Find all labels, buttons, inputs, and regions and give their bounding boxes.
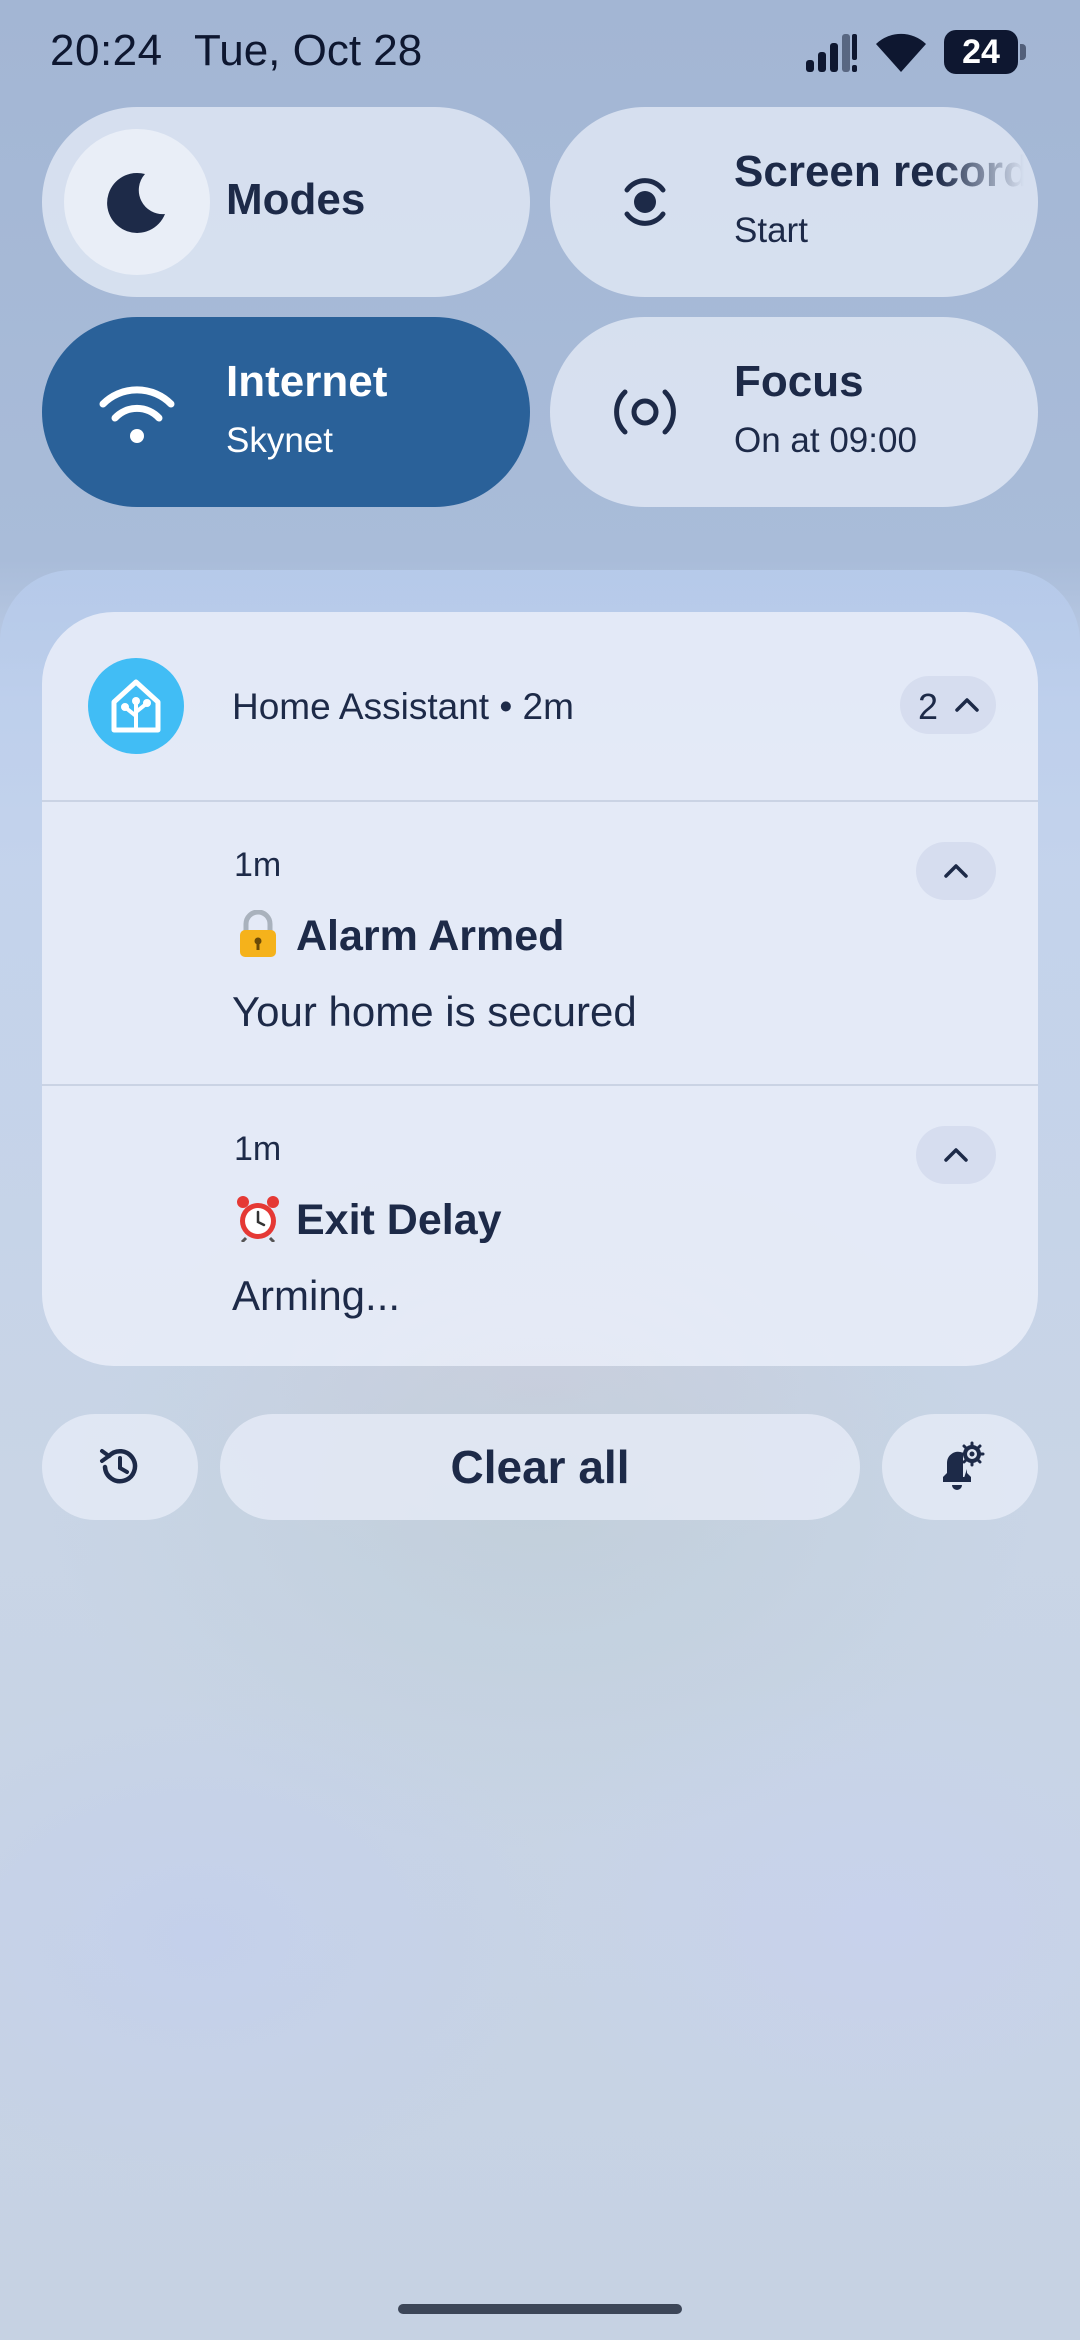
home-indicator[interactable]: [398, 2304, 682, 2314]
notification-settings-icon: [943, 1441, 985, 1490]
internet-label: Internet: [226, 357, 388, 406]
chevron-up-icon: [944, 1148, 968, 1162]
focus-sublabel: On at 09:00: [734, 421, 917, 460]
home-assistant-logo: [111, 679, 161, 733]
notification-history-button[interactable]: [42, 1414, 198, 1520]
notification-app-name: Home Assistant • 2m: [232, 686, 574, 727]
notification-settings-button[interactable]: [882, 1414, 1038, 1520]
status-date: Tue, Oct 28: [194, 26, 423, 75]
notification-item-exit-delay[interactable]: 1m Exit Delay Arming...: [42, 1086, 1038, 1366]
screen-record-icon: [624, 178, 666, 226]
modes-icon-circle[interactable]: [64, 129, 210, 275]
moon-icon: [107, 172, 165, 233]
battery-level: 24: [962, 33, 1000, 71]
battery-icon: 24: [944, 30, 1026, 74]
history-icon: [100, 1448, 138, 1484]
notification-body: Your home is secured: [232, 988, 637, 1035]
chevron-up-icon: [955, 698, 979, 712]
chevron-up-icon: [944, 864, 968, 878]
status-time: 20:24: [50, 26, 163, 75]
alarm-clock-icon: [237, 1196, 279, 1242]
internet-icon-circle: [64, 339, 210, 485]
clear-all-button[interactable]: Clear all: [220, 1414, 860, 1520]
collapse-button[interactable]: [916, 1126, 996, 1184]
focus-icon-circle: [572, 339, 718, 485]
modes-tile[interactable]: Modes: [42, 107, 530, 297]
screen-record-icon-circle: [572, 129, 718, 275]
notification-title-text: Alarm Armed: [296, 912, 565, 960]
status-bar: 20:24 Tue, Oct 28 24: [0, 0, 1080, 104]
notification-count: 2: [918, 686, 939, 727]
internet-sublabel: Skynet: [226, 421, 333, 460]
clear-all-label: Clear all: [450, 1441, 630, 1493]
lock-icon: [240, 910, 276, 957]
screen-record-tile[interactable]: Screen record Start: [550, 107, 1038, 297]
notification-title: Alarm Armed: [232, 910, 564, 961]
notification-item-alarm-armed[interactable]: 1m Alarm Armed Your home is secured: [42, 802, 1038, 1084]
wifi-icon: [876, 33, 926, 72]
notification-card[interactable]: Home Assistant • 2m 2 1m Alarm Armed You…: [42, 612, 1038, 1366]
notification-title-text: Exit Delay: [296, 1196, 502, 1244]
notification-time: 1m: [234, 846, 282, 884]
home-assistant-icon: [88, 658, 184, 754]
expand-group-button[interactable]: 2: [900, 676, 996, 734]
notification-header[interactable]: Home Assistant • 2m 2: [42, 612, 1038, 800]
notification-body: Arming...: [232, 1272, 401, 1319]
focus-label: Focus: [734, 357, 864, 406]
focus-tile[interactable]: Focus On at 09:00: [550, 317, 1038, 507]
screen-record-label: Screen record: [734, 147, 1024, 196]
collapse-button[interactable]: [916, 842, 996, 900]
screen-record-sublabel: Start: [734, 211, 808, 250]
notification-time: 1m: [234, 1130, 282, 1168]
wifi-icon: [99, 386, 175, 443]
focus-icon: [614, 389, 676, 435]
internet-tile[interactable]: Internet Skynet: [42, 317, 530, 507]
modes-label: Modes: [226, 175, 366, 224]
notification-title: Exit Delay: [232, 1194, 502, 1245]
signal-icon: [806, 34, 857, 72]
